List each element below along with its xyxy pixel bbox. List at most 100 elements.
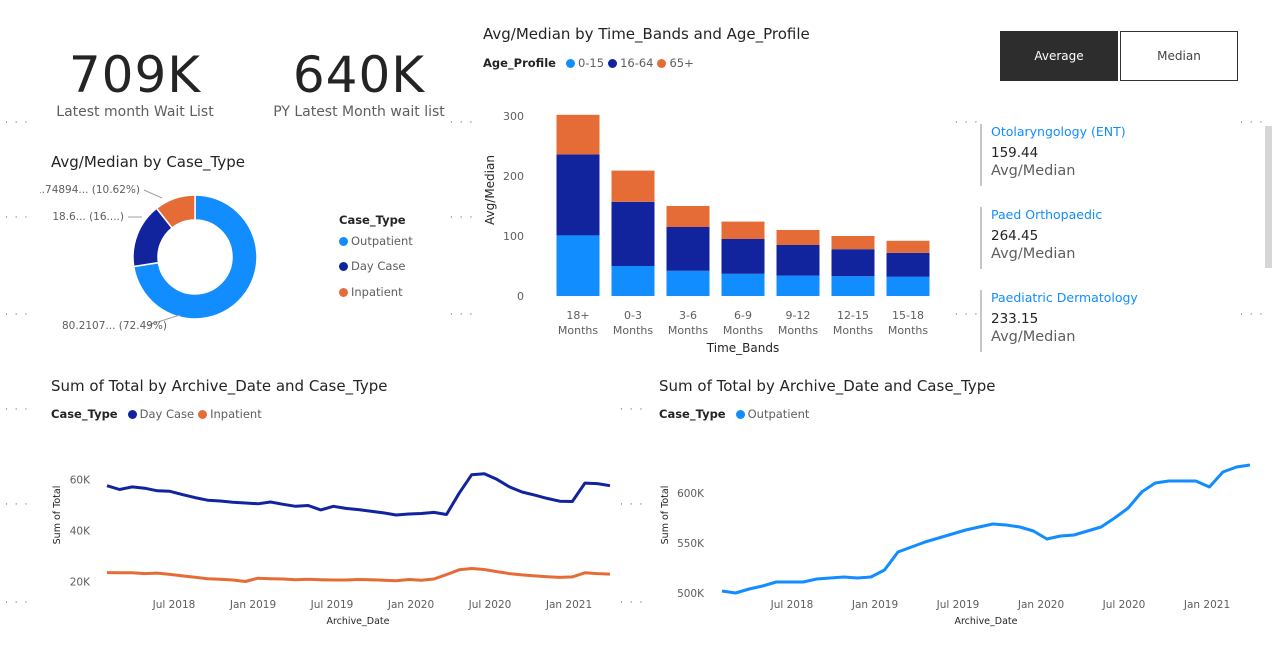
x-tick-label: 9-12 Months [778,309,818,337]
bar-segment[interactable] [776,230,820,245]
legend-label: Inpatient [351,285,403,299]
y-tick-label: 0 [517,290,524,303]
x-tick-label: Jan 2021 [545,599,592,611]
donut-title: Avg/Median by Case_Type [51,153,245,171]
legend-dot-icon [127,409,137,419]
cards-scrollbar[interactable] [1265,126,1272,268]
bar-segment[interactable] [721,273,765,296]
x-tick-label: Jul 2018 [770,599,814,611]
y-tick-label: 100 [503,230,524,243]
series-line[interactable] [721,463,1251,595]
donut-legend-inpatient[interactable]: Inpatient [335,285,403,299]
kpi-latest-month: 709K Latest month Wait List [40,46,230,120]
y-tick-label: 40K [70,525,91,537]
bar-segment[interactable] [556,114,600,155]
x-tick-label: Jan 2020 [387,599,434,611]
legend-dot-icon [339,287,348,297]
decor-dots: · · · [5,118,30,128]
y-axis-label: Sum of Total [52,486,63,545]
line-chart-left: Sum of Total Archive_Date 20K 40K 60K Jul … [52,472,611,627]
bar-segment[interactable] [611,266,655,296]
bar-segment[interactable] [611,170,655,202]
x-tick-label: 12-15 Months [833,309,873,337]
x-tick-label: Jan 2021 [1183,599,1230,611]
x-tick-label: 0-3 Months [613,309,653,337]
bar-legend: Age_Profile 0-15 16-64 65+ [483,56,694,70]
bar-title: Avg/Median by Time_Bands and Age_Profile [483,25,810,43]
x-tick-label: Jul 2020 [1102,599,1146,611]
x-tick-label: Jan 2020 [1017,599,1064,611]
x-tick-label: Jul 2019 [936,599,980,611]
x-tick-label: Jul 2018 [152,599,196,611]
legend-title: Case_Type [659,407,726,421]
decor-dots: · · · [620,405,645,415]
decor-dots: · · · [5,310,30,320]
x-tick-label: Jan 2019 [851,599,898,611]
legend-label[interactable]: Day Case [140,407,195,421]
decor-dots: · · · [5,598,30,608]
legend-label: Outpatient [351,234,413,248]
legend-dot-icon [339,261,348,271]
line-left-legend: Case_Type Day Case Inpatient [51,407,262,421]
bar-segment[interactable] [611,201,655,266]
decor-dots: · · · [1240,310,1265,320]
bar-segment[interactable] [776,275,820,296]
x-tick-label: Jan 2019 [229,599,276,611]
line-right-title: Sum of Total by Archive_Date and Case_Ty… [659,377,996,395]
y-tick-label: 500K [677,588,705,600]
x-tick-label: 15-18 Months [888,309,928,337]
legend-dot-icon [608,58,618,68]
bar-segment[interactable] [886,240,930,253]
bar-segment[interactable] [831,249,875,277]
y-axis-label: Sum of Total [660,486,671,545]
card-label: Avg/Median [991,163,1076,179]
donut-legend-day-case[interactable]: Day Case [335,259,406,273]
y-tick-label: 600K [677,488,705,500]
bar-segment[interactable] [831,236,875,250]
card-paediatric-dermatology: Paediatric Dermatology 233.15 Avg/Median [980,290,1138,352]
legend-label[interactable]: Outpatient [748,407,810,421]
legend-label[interactable]: 16-64 [620,56,653,70]
y-tick-label: 60K [70,474,91,486]
series-line[interactable] [106,567,611,583]
bar-segment[interactable] [776,245,820,276]
x-tick-label: Jul 2020 [468,599,512,611]
card-value: 159.44 [991,145,1039,161]
decor-dots: · · · [1240,118,1265,128]
kpi-label: PY Latest Month wait list [273,104,445,120]
kpi-py-latest-month: 640K PY Latest Month wait list [262,46,456,120]
legend-label[interactable]: Inpatient [210,407,262,421]
donut-legend-outpatient[interactable]: Outpatient [335,234,413,248]
kpi-label: Latest month Wait List [56,104,214,120]
median-button[interactable]: Median [1120,31,1238,81]
decor-dots: · · · [955,310,980,320]
decor-dots: · · · [5,405,30,415]
card-paed-orthopaedic: Paed Orthopaedic 264.45 Avg/Median [980,207,1102,269]
decor-dots: · · · [955,118,980,128]
decor-dots: · · · [5,500,30,510]
line-left-title: Sum of Total by Archive_Date and Case_Ty… [51,377,388,395]
bar-segment[interactable] [831,276,875,296]
y-axis-label: Avg/Median [483,155,497,225]
bar-segment[interactable] [666,227,710,271]
legend-label: Day Case [351,259,406,273]
x-tick-label: Jul 2019 [310,599,354,611]
bar-segment[interactable] [666,206,710,227]
bar-segment[interactable] [556,154,600,236]
line-chart-right: Sum of Total Archive_Date 500K 550K 600K J… [660,463,1251,627]
leader-line [143,189,163,199]
legend-dot-icon [735,409,745,419]
bar-segment[interactable] [721,221,765,239]
stacked-bar-chart: Avg/Median Time_Bands 0 100 200 300 18+ Mont… [483,110,930,355]
series-line[interactable] [106,472,611,517]
average-button[interactable]: Average [1000,31,1118,81]
bar-segment[interactable] [556,235,600,296]
bar-segment[interactable] [721,239,765,274]
legend-label[interactable]: 65+ [669,56,693,70]
card-value: 233.15 [991,311,1039,327]
legend-label[interactable]: 0-15 [578,56,604,70]
bar-segment[interactable] [886,252,930,277]
bar-segment[interactable] [666,270,710,296]
bar-segment[interactable] [886,276,930,296]
x-tick-label: 3-6 Months [668,309,708,337]
